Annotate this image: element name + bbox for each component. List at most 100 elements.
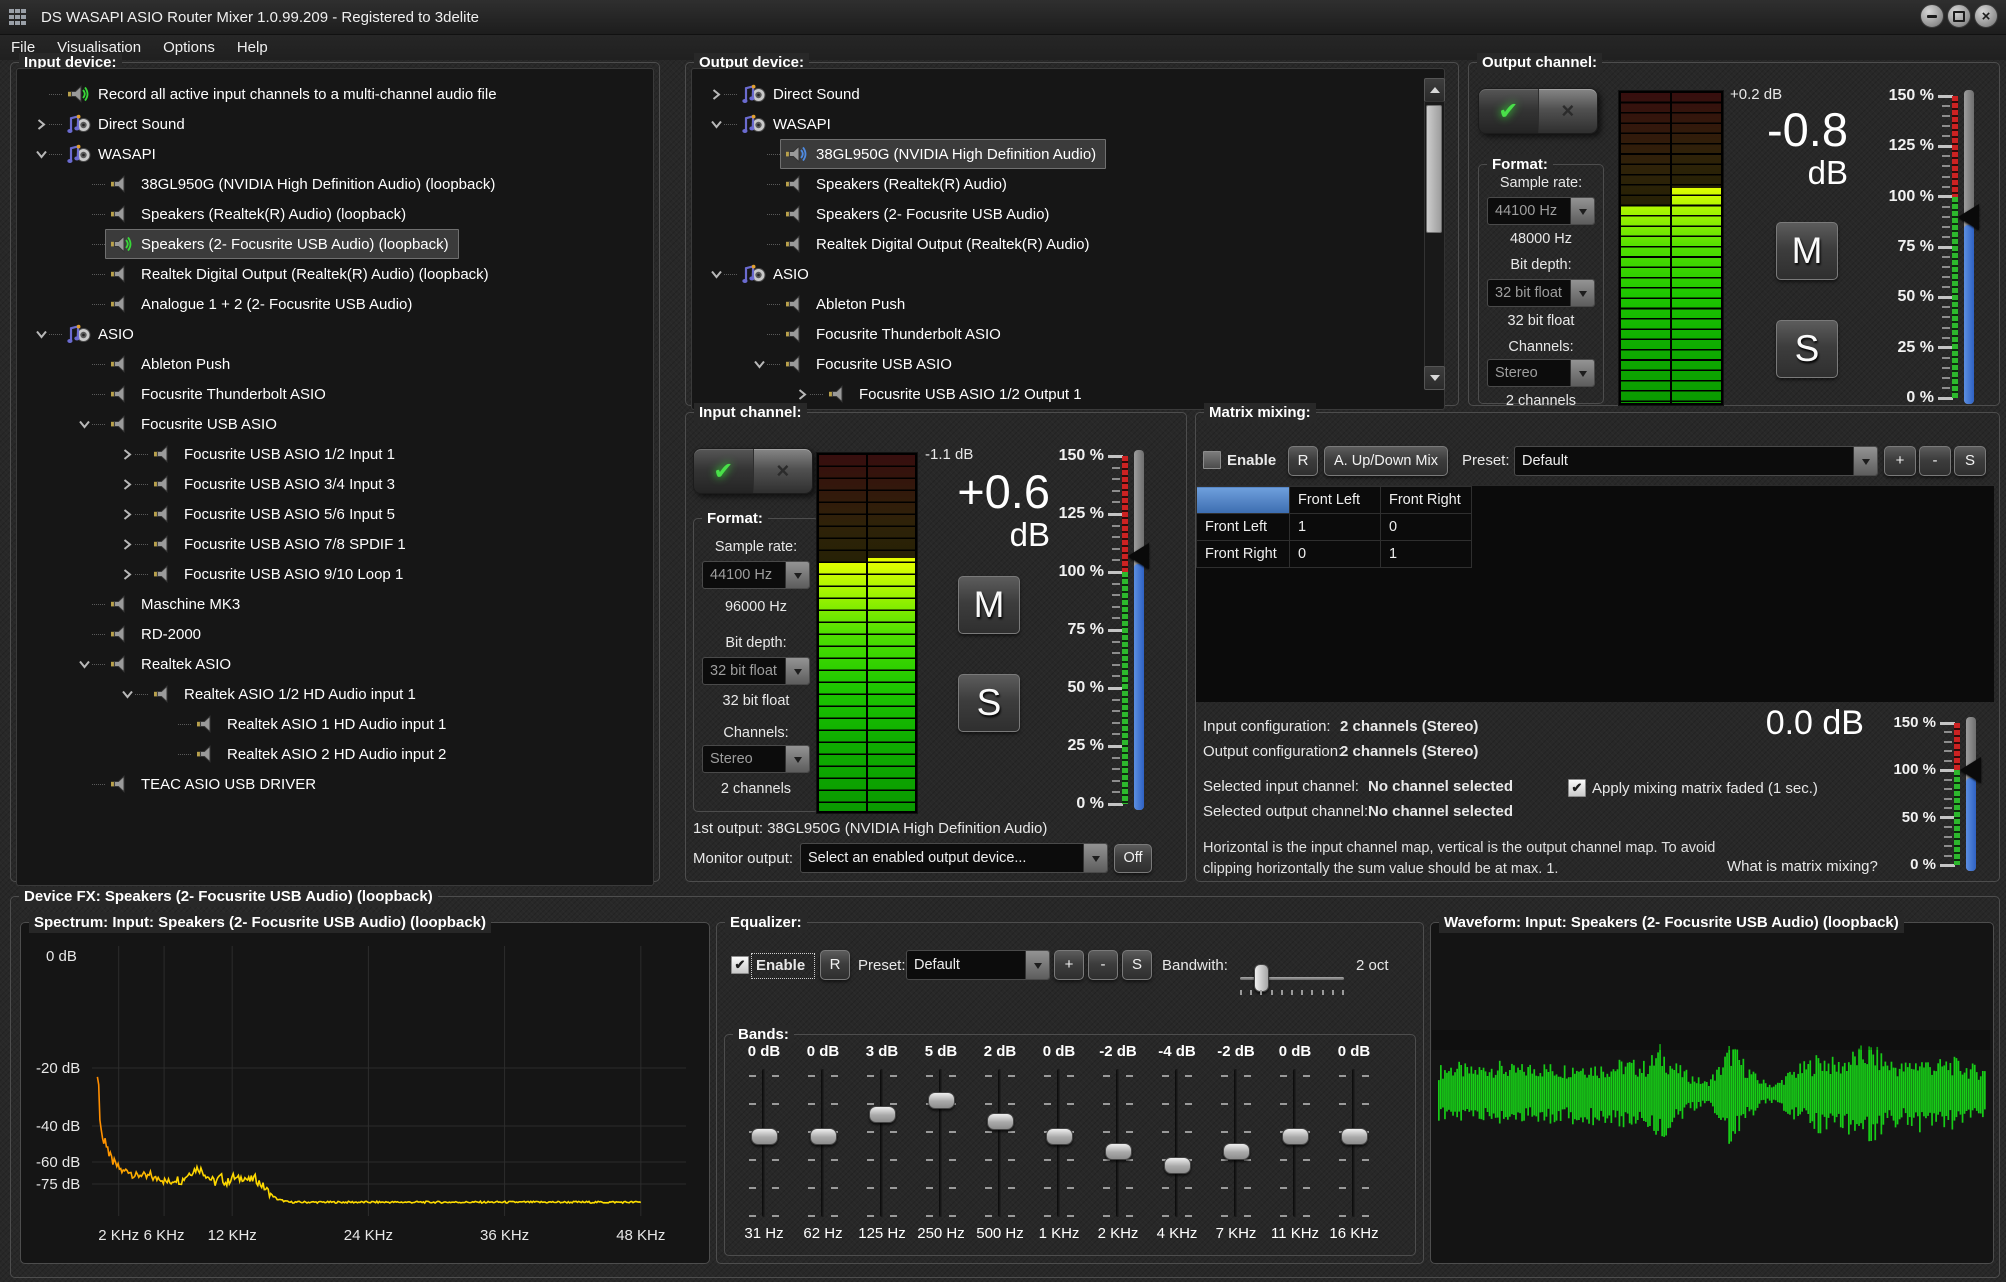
tree-item[interactable]: Focusrite Thunderbolt ASIO <box>692 319 1444 349</box>
tree-item[interactable]: WASAPI <box>17 139 653 169</box>
tree-item[interactable]: Realtek ASIO 2 HD Audio input 2 <box>17 739 653 769</box>
expander-right-icon[interactable] <box>119 508 135 521</box>
expander-down-icon[interactable] <box>76 418 92 430</box>
fader-groove[interactable] <box>1966 717 1976 871</box>
tree-item[interactable]: Speakers (Realtek(R) Audio) (loopback) <box>17 199 653 229</box>
expander-down-icon[interactable] <box>33 148 49 160</box>
matrix-cell[interactable]: 1 <box>1381 541 1472 568</box>
input-channel-enable-toggle[interactable]: ✔ × <box>693 448 813 494</box>
matrix-reset-button[interactable]: R <box>1288 446 1318 476</box>
apply-faded-checkbox[interactable]: ✔ <box>1568 779 1586 797</box>
eq-band-handle[interactable] <box>1105 1143 1132 1160</box>
dropdown-arrow-icon[interactable] <box>1853 447 1877 475</box>
eq-enable-checkbox[interactable]: ✔ <box>731 956 749 974</box>
matrix-preset-remove-button[interactable]: - <box>1919 446 1951 476</box>
eq-band-handle[interactable] <box>987 1113 1014 1130</box>
matrix-col-header[interactable]: Front Right <box>1381 487 1472 514</box>
output-mute-button[interactable]: M <box>1776 222 1838 280</box>
matrix-grid-area[interactable]: Front LeftFront RightFront Left10Front R… <box>1196 485 1994 702</box>
eq-band-handle[interactable] <box>810 1128 837 1145</box>
input-volume-fader[interactable]: 150 %125 %100 %75 %50 %25 %0 % <box>1022 446 1180 814</box>
eq-reset-button[interactable]: R <box>820 950 850 980</box>
tree-item[interactable]: Realtek Digital Output (Realtek(R) Audio… <box>692 229 1444 259</box>
output-solo-button[interactable]: S <box>1776 320 1838 378</box>
tree-item[interactable]: Maschine MK3 <box>17 589 653 619</box>
input-solo-button[interactable]: S <box>958 674 1020 732</box>
expander-right-icon[interactable] <box>708 88 724 101</box>
fader-pointer[interactable] <box>1960 757 1981 783</box>
expander-right-icon[interactable] <box>119 538 135 551</box>
matrix-preset-select[interactable]: Default <box>1514 446 1878 476</box>
eq-band-handle[interactable] <box>928 1092 955 1109</box>
eq-band-handle[interactable] <box>1341 1128 1368 1145</box>
menu-help[interactable]: Help <box>226 39 279 56</box>
bit-depth-select[interactable]: 32 bit float <box>702 657 810 685</box>
matrix-row-header[interactable]: Front Left <box>1197 514 1290 541</box>
dropdown-arrow-icon[interactable] <box>1083 844 1107 872</box>
tree-item[interactable]: Focusrite USB ASIO 1/2 Input 1 <box>17 439 653 469</box>
expander-down-icon[interactable] <box>119 688 135 700</box>
matrix-enable-checkbox[interactable] <box>1203 451 1221 469</box>
tree-item[interactable]: RD-2000 <box>17 619 653 649</box>
eq-band-track[interactable] <box>880 1069 884 1217</box>
fader-groove[interactable] <box>1964 90 1974 404</box>
tree-item[interactable]: ASIO <box>692 259 1444 289</box>
tree-item[interactable]: Focusrite USB ASIO 3/4 Input 3 <box>17 469 653 499</box>
tree-item[interactable]: Focusrite USB ASIO <box>17 409 653 439</box>
dropdown-arrow-icon[interactable] <box>785 658 809 684</box>
matrix-corner-cell[interactable] <box>1197 487 1290 514</box>
expander-down-icon[interactable] <box>751 358 767 370</box>
eq-band-handle[interactable] <box>1164 1157 1191 1174</box>
fader-pointer[interactable] <box>1958 204 1979 230</box>
tree-item[interactable]: Focusrite Thunderbolt ASIO <box>17 379 653 409</box>
dropdown-arrow-icon[interactable] <box>1570 198 1594 224</box>
eq-preset-select[interactable]: Default <box>906 950 1050 980</box>
eq-band-track[interactable] <box>998 1069 1002 1217</box>
maximize-button[interactable] <box>1947 4 1971 28</box>
expander-down-icon[interactable] <box>708 118 724 130</box>
eq-preset-remove-button[interactable]: - <box>1088 950 1118 980</box>
output-volume-fader[interactable]: 150 %125 %100 %75 %50 %25 %0 % <box>1850 86 1998 408</box>
tree-item[interactable]: Direct Sound <box>692 79 1444 109</box>
tree-item[interactable]: Ableton Push <box>692 289 1444 319</box>
matrix-help-link[interactable]: What is matrix mixing? <box>1727 858 1878 876</box>
matrix-cell[interactable]: 0 <box>1381 514 1472 541</box>
matrix-cell[interactable]: 0 <box>1290 541 1381 568</box>
eq-band-handle[interactable] <box>1223 1143 1250 1160</box>
matrix-col-header[interactable]: Front Left <box>1290 487 1381 514</box>
tree-item[interactable]: Realtek ASIO 1/2 HD Audio input 1 <box>17 679 653 709</box>
matrix-updown-mix-button[interactable]: A. Up/Down Mix <box>1324 446 1448 476</box>
expander-down-icon[interactable] <box>76 658 92 670</box>
matrix-row-header[interactable]: Front Right <box>1197 541 1290 568</box>
tree-item[interactable]: Realtek ASIO 1 HD Audio input 1 <box>17 709 653 739</box>
tree-item[interactable]: Focusrite USB ASIO 9/10 Loop 1 <box>17 559 653 589</box>
tree-item[interactable]: WASAPI <box>692 109 1444 139</box>
eq-band-handle[interactable] <box>1046 1128 1073 1145</box>
dropdown-arrow-icon[interactable] <box>1025 951 1049 979</box>
tree-item[interactable]: Focusrite USB ASIO 7/8 SPDIF 1 <box>17 529 653 559</box>
fader-pointer[interactable] <box>1128 543 1149 569</box>
eq-bandwidth-handle[interactable] <box>1254 964 1269 992</box>
tree-item[interactable]: Speakers (Realtek(R) Audio) <box>692 169 1444 199</box>
eq-band-handle[interactable] <box>869 1106 896 1123</box>
eq-preset-save-button[interactable]: S <box>1122 950 1152 980</box>
expander-right-icon[interactable] <box>119 448 135 461</box>
input-device-tree[interactable]: Record all active input channels to a mu… <box>16 68 654 886</box>
eq-preset-add-button[interactable]: + <box>1054 950 1084 980</box>
menu-options[interactable]: Options <box>152 39 226 56</box>
expander-down-icon[interactable] <box>33 328 49 340</box>
dropdown-arrow-icon[interactable] <box>785 746 809 772</box>
matrix-volume-fader[interactable]: 150 %100 %50 %0 % <box>1862 715 1994 873</box>
output-device-tree[interactable]: Direct Sound WASAPI 38GL950G (NVIDIA Hig… <box>691 68 1445 410</box>
expander-right-icon[interactable] <box>119 568 135 581</box>
output-channel-enable-toggle[interactable]: ✔ × <box>1478 88 1598 134</box>
minimize-button[interactable] <box>1920 4 1944 28</box>
eq-band-track[interactable] <box>1175 1069 1179 1217</box>
matrix-cell[interactable]: 1 <box>1290 514 1381 541</box>
scrollbar-up-button[interactable] <box>1424 78 1445 102</box>
tree-item[interactable]: TEAC ASIO USB DRIVER <box>17 769 653 799</box>
channels-select[interactable]: Stereo <box>702 745 810 773</box>
expander-down-icon[interactable] <box>708 268 724 280</box>
tree-item[interactable]: Focusrite USB ASIO 5/6 Input 5 <box>17 499 653 529</box>
matrix-preset-save-button[interactable]: S <box>1954 446 1986 476</box>
